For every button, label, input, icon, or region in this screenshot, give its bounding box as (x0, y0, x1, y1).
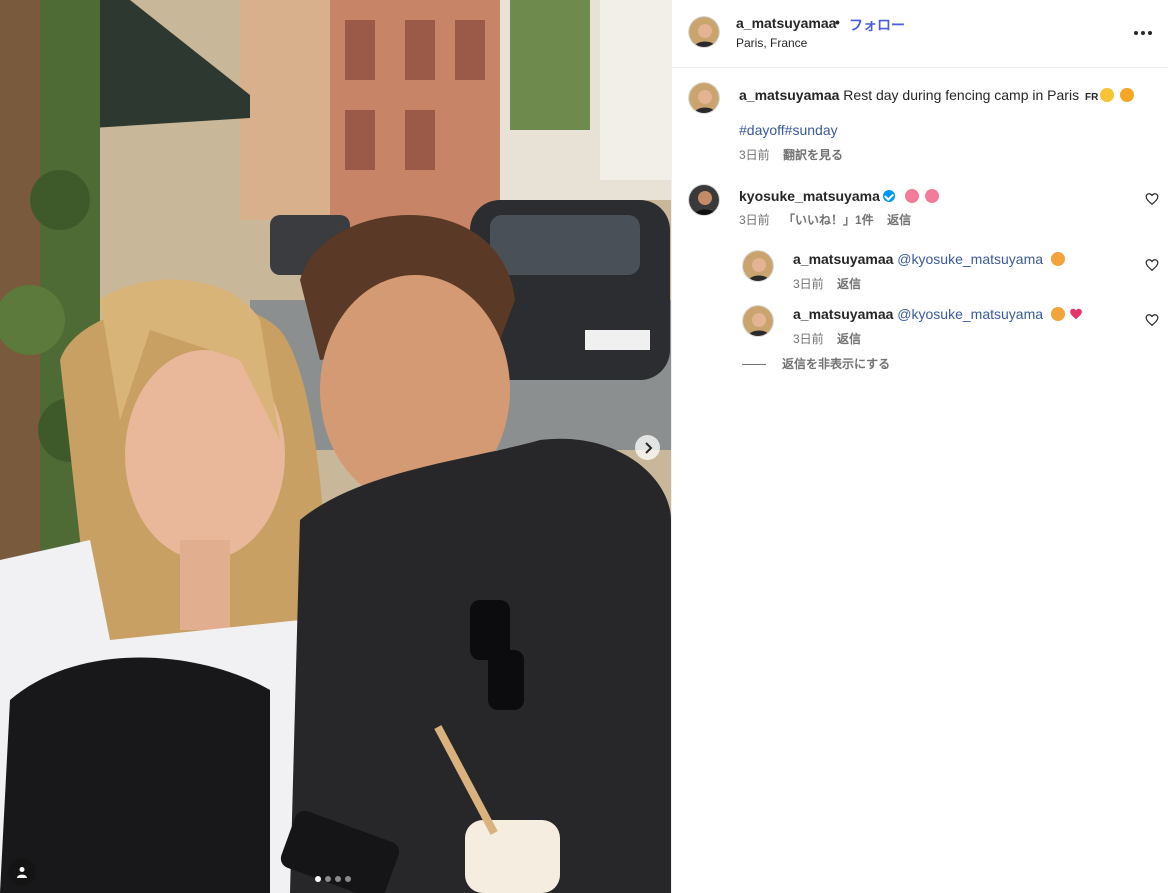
reply-username[interactable]: a_matsuyamaa (793, 251, 893, 267)
verified-badge-icon (882, 190, 895, 202)
hide-replies-button[interactable]: 返信を非表示にする (742, 355, 890, 372)
post-location[interactable]: Paris, France (736, 36, 807, 50)
like-heart-icon[interactable] (1145, 258, 1159, 272)
grinning-emoji-icon (1100, 88, 1115, 102)
carousel-dot (345, 876, 351, 882)
carousel-dot (315, 876, 321, 882)
flag-france-icon: FR (1084, 92, 1099, 103)
caption-text-line: a_matsuyamaa Rest day during fencing cam… (739, 86, 1149, 107)
comment-header: kyosuke_matsuyama (739, 188, 939, 204)
hide-replies-label: 返信を非表示にする (782, 357, 891, 371)
post-header: a_matsuyamaa • フォロー Paris, France (672, 0, 1168, 68)
reply-username[interactable]: a_matsuyamaa (793, 306, 893, 322)
user-tag-icon (17, 867, 27, 878)
mention-link[interactable]: @kyosuke_matsuyama (897, 251, 1043, 267)
follow-button[interactable]: フォロー (849, 15, 905, 35)
carousel-next-button[interactable] (635, 435, 660, 460)
post-photo (0, 0, 671, 893)
avatar[interactable] (688, 184, 720, 216)
reply-text-line: a_matsuyamaa @kyosuke_matsuyama (793, 251, 1065, 267)
heart-kiss-emoji-icon (1050, 252, 1065, 266)
chevron-right-icon (644, 441, 652, 454)
caption-username[interactable]: a_matsuyamaa (739, 87, 839, 103)
comment-time[interactable]: 3日前 (739, 213, 770, 227)
comment-username[interactable]: kyosuke_matsuyama (739, 188, 880, 204)
reply-meta: 3日前 返信 (793, 330, 861, 347)
caption-meta: 3日前 翻訳を見る (739, 146, 843, 163)
mention-link[interactable]: @kyosuke_matsuyama (897, 306, 1043, 322)
more-options-button[interactable] (1132, 23, 1154, 43)
reply-meta: 3日前 返信 (793, 275, 861, 292)
carousel-indicator (315, 876, 351, 882)
reply-button[interactable]: 返信 (887, 213, 911, 227)
more-options-icon (1134, 31, 1138, 35)
translate-button[interactable]: 翻訳を見る (783, 148, 843, 162)
like-heart-icon[interactable] (1145, 192, 1159, 206)
avatar[interactable] (742, 305, 774, 337)
hashtag-link[interactable]: #sunday (785, 122, 838, 138)
reply-button[interactable]: 返信 (837, 277, 861, 291)
post-side-panel: a_matsuyamaa • フォロー Paris, France a_mats… (671, 0, 1168, 893)
tagged-users-button[interactable] (8, 858, 36, 886)
avatar[interactable] (742, 250, 774, 282)
carousel-dot (325, 876, 331, 882)
post-media[interactable] (0, 0, 671, 893)
carousel-dot (335, 876, 341, 882)
reply-text-line: a_matsuyamaa @kyosuke_matsuyama (793, 306, 1083, 322)
post-author-username[interactable]: a_matsuyamaa (736, 15, 836, 31)
pink-heart-emoji-icon (1069, 308, 1082, 320)
sun-emoji-icon (1120, 88, 1135, 102)
heart-kiss-emoji-icon (1050, 307, 1065, 321)
hashtag-link[interactable]: #dayoff (739, 122, 785, 138)
heart-eyes-emoji-icon (904, 189, 919, 203)
reply-time[interactable]: 3日前 (793, 332, 824, 346)
reply-button[interactable]: 返信 (837, 332, 861, 346)
avatar[interactable] (688, 16, 720, 48)
caption-body: Rest day during fencing camp in Paris (843, 87, 1080, 103)
caption-time[interactable]: 3日前 (739, 148, 770, 162)
divider-line (742, 364, 766, 366)
like-heart-icon[interactable] (1145, 313, 1159, 327)
avatar[interactable] (688, 82, 720, 114)
heart-eyes-emoji-icon (924, 189, 939, 203)
comment-likes[interactable]: 「いいね！」1件 (783, 213, 874, 227)
separator-dot: • (835, 14, 840, 30)
comment-meta: 3日前 「いいね！」1件 返信 (739, 211, 911, 228)
reply-time[interactable]: 3日前 (793, 277, 824, 291)
hashtags: #dayoff#sunday (739, 122, 838, 138)
